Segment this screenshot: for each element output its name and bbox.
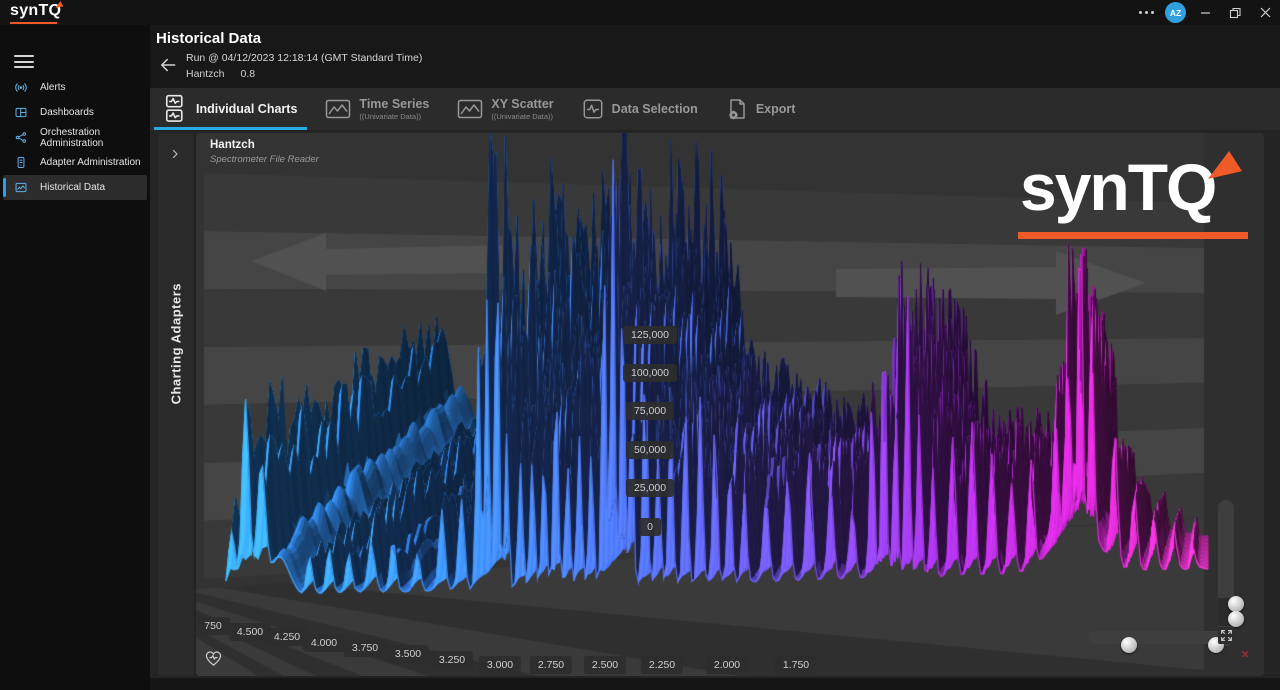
- sidebar-item-label: Dashboards: [40, 107, 94, 118]
- x-axis-tick: 2.500: [584, 656, 626, 674]
- restore-icon: [1229, 7, 1241, 19]
- watermark-text: synTQ: [1020, 149, 1215, 225]
- run-timestamp: Run @ 04/12/2023 12:18:14 (GMT Standard …: [186, 52, 422, 64]
- page-title: Historical Data: [156, 30, 261, 47]
- x-axis-tick: 2.250: [641, 656, 683, 674]
- tab-label: Data Selection: [612, 102, 698, 116]
- bottom-strip: [150, 678, 1280, 690]
- tab-time-series[interactable]: Time Series ((Univariate Data)): [311, 88, 443, 130]
- close-icon: [1260, 7, 1271, 18]
- tab-label: Export: [756, 102, 796, 116]
- xy-scatter-icon: [457, 98, 483, 120]
- sidebar-item-label: Orchestration Administration: [40, 127, 150, 149]
- tab-sublabel: ((Univariate Data)): [359, 112, 429, 121]
- vertical-slider-lower-handle[interactable]: [1228, 611, 1244, 627]
- x-axis-tick: 1.750: [775, 656, 817, 674]
- clear-zoom-button[interactable]: ×: [1241, 647, 1249, 662]
- x-axis-tick: 3.750: [344, 639, 386, 657]
- app-window: synTQ AZ: [0, 0, 1280, 690]
- watermark-underline: [1018, 232, 1248, 239]
- y-axis-tick: 25,000: [626, 479, 674, 497]
- chart-health-icon[interactable]: [204, 649, 223, 672]
- run-name: Hantzch: [186, 68, 225, 80]
- time-series-icon: [325, 98, 351, 120]
- sidebar-item-orchestration-administration[interactable]: Orchestration Administration: [0, 125, 150, 150]
- x-axis-tick: 4.000: [303, 634, 345, 652]
- reset-view-button[interactable]: [1218, 627, 1235, 644]
- sidebar: Alerts Dashboards Orchestration Administ…: [0, 25, 150, 690]
- individual-charts-icon: [164, 94, 188, 124]
- rail-label: Charting Adapters: [169, 283, 184, 404]
- restore-button[interactable]: [1224, 3, 1246, 23]
- minimize-button[interactable]: [1194, 3, 1216, 23]
- x-axis-tick: 3.250: [431, 651, 473, 669]
- sidebar-item-dashboards[interactable]: Dashboards: [0, 100, 150, 125]
- y-axis-tick: 75,000: [626, 402, 674, 420]
- sidebar-item-label: Historical Data: [40, 182, 105, 193]
- logo-underline: [10, 22, 57, 24]
- page-header: Historical Data Run @ 04/12/2023 12:18:1…: [150, 25, 1280, 88]
- syntq-watermark: synTQ: [1018, 157, 1256, 243]
- x-axis-tick: 4.500: [229, 623, 271, 641]
- expand-arrows-icon: [1220, 629, 1233, 642]
- chart-title: Hantzch: [210, 139, 255, 151]
- back-button[interactable]: [158, 55, 178, 80]
- x-axis-tick: 4.250: [266, 628, 308, 646]
- y-axis-tick: 0: [639, 518, 661, 536]
- close-button[interactable]: [1254, 3, 1276, 23]
- x-axis-tick: 2.750: [530, 656, 572, 674]
- tab-xy-scatter[interactable]: XY Scatter ((Univariate Data)): [443, 88, 567, 130]
- more-options-button[interactable]: [1135, 3, 1157, 23]
- content-area: Charting Adapters Hantzch Spectrometer F…: [150, 131, 1280, 678]
- y-axis-tick: 100,000: [623, 364, 677, 382]
- chart-subtitle: Spectrometer File Reader: [210, 154, 319, 165]
- menu-toggle-button[interactable]: [14, 55, 34, 68]
- dashboards-icon: [14, 105, 28, 120]
- x-axis-tick: 3.500: [387, 645, 429, 663]
- adapter-icon: [14, 155, 28, 170]
- y-axis-tick: 125,000: [623, 326, 677, 344]
- x-axis-tick: 3.000: [479, 656, 521, 674]
- chart-panel: Hantzch Spectrometer File Reader synTQ 1…: [196, 133, 1264, 676]
- horizontal-slider-left-handle[interactable]: [1121, 637, 1137, 653]
- ellipsis-icon: [1135, 11, 1158, 14]
- sidebar-item-label: Adapter Administration: [40, 157, 141, 168]
- orchestration-icon: [14, 130, 28, 145]
- expand-rail-chevron-icon[interactable]: [169, 147, 181, 165]
- vertical-slider-upper-handle[interactable]: [1228, 596, 1244, 612]
- tab-individual-charts[interactable]: Individual Charts: [150, 88, 311, 130]
- sidebar-item-alerts[interactable]: Alerts: [0, 75, 150, 100]
- y-axis-tick: 50,000: [626, 441, 674, 459]
- historical-data-icon: [14, 180, 28, 195]
- x-axis-tick: 750: [196, 617, 230, 635]
- tab-label: Time Series: [359, 97, 429, 111]
- tab-sublabel: ((Univariate Data)): [491, 112, 553, 121]
- user-avatar[interactable]: AZ: [1165, 2, 1186, 23]
- chart-tabs: Individual Charts Time Series ((Univaria…: [150, 88, 1280, 131]
- app-logo: synTQ: [10, 2, 61, 23]
- data-selection-icon: [582, 98, 604, 120]
- minimize-icon: [1200, 7, 1211, 18]
- export-icon: [726, 97, 748, 121]
- sidebar-item-adapter-administration[interactable]: Adapter Administration: [0, 150, 150, 175]
- run-version: 0.8: [241, 68, 256, 80]
- back-arrow-icon: [158, 55, 178, 75]
- tab-data-selection[interactable]: Data Selection: [568, 88, 712, 130]
- sidebar-item-label: Alerts: [40, 82, 66, 93]
- charting-adapters-rail[interactable]: Charting Adapters: [158, 133, 194, 676]
- tab-label: Individual Charts: [196, 102, 297, 116]
- tab-export[interactable]: Export: [712, 88, 810, 130]
- alerts-icon: [14, 80, 28, 95]
- title-bar: synTQ AZ: [0, 0, 1280, 25]
- tab-label: XY Scatter: [491, 97, 553, 111]
- app-logo-text: synTQ: [10, 2, 61, 19]
- sidebar-item-historical-data[interactable]: Historical Data: [3, 175, 147, 200]
- x-axis-tick: 2.000: [706, 656, 748, 674]
